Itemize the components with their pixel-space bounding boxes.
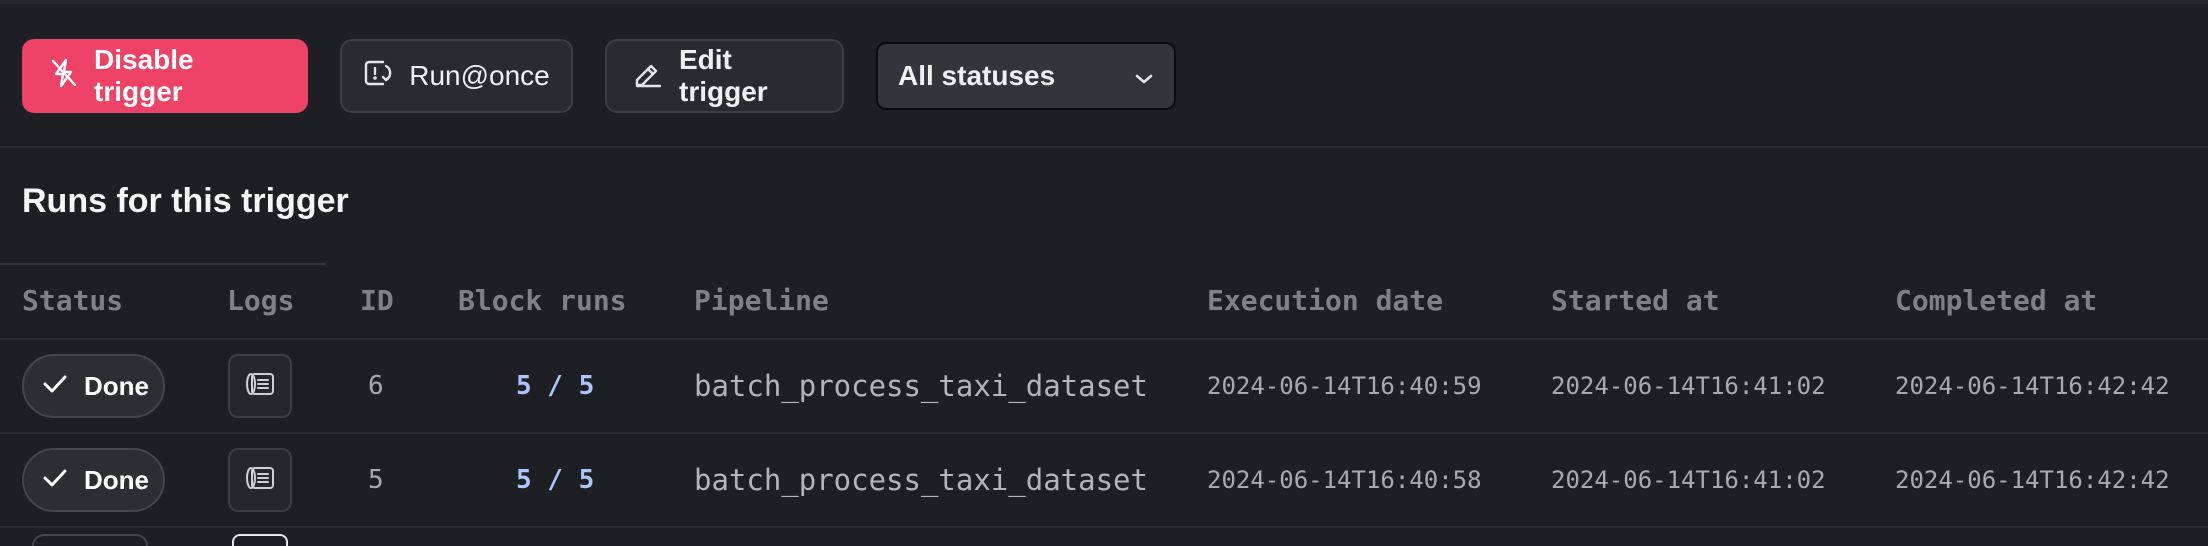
header-completed-at[interactable]: Completed at <box>1895 284 2097 317</box>
runs-table: Status Logs ID Block runs Pipeline Execu… <box>0 268 2208 546</box>
block-runs-link[interactable]: 5 / 5 <box>516 434 594 526</box>
execution-date: 2024-06-14T16:40:59 <box>1207 372 1482 400</box>
logs-icon <box>244 465 276 496</box>
section-underline <box>0 263 326 265</box>
table-row[interactable]: Done 5 5 / 5 batch_process_taxi_dataset … <box>0 434 2208 528</box>
section-title: Runs for this trigger <box>22 182 349 220</box>
logs-button[interactable] <box>228 448 292 512</box>
header-status[interactable]: Status <box>22 284 123 317</box>
pipeline-name: batch_process_taxi_dataset <box>694 463 1148 497</box>
status-filter-value: All statuses <box>898 60 1056 91</box>
status-badge[interactable]: Done <box>22 354 165 418</box>
check-icon <box>42 465 68 496</box>
block-runs-link[interactable]: 5 / 5 <box>516 340 594 432</box>
header-logs[interactable]: Logs <box>227 284 294 317</box>
logs-cell <box>228 340 292 432</box>
toolbar-divider <box>0 146 2208 148</box>
status-badge[interactable]: Done <box>22 448 165 512</box>
run-once-label: Run@once <box>409 60 550 91</box>
run-once-button[interactable]: Run@once <box>340 39 573 113</box>
header-block-runs[interactable]: Block runs <box>458 284 627 317</box>
edit-trigger-button[interactable]: Edit trigger <box>605 39 844 113</box>
completed-at: 2024-06-14T16:42:42 <box>1895 372 2170 400</box>
chevron-down-icon <box>1134 60 1154 92</box>
check-icon <box>42 371 68 402</box>
started-at: 2024-06-14T16:41:02 <box>1551 372 1826 400</box>
logs-button-partial <box>232 534 288 546</box>
logs-icon <box>244 371 276 402</box>
logs-cell <box>228 434 292 526</box>
run-once-icon <box>363 58 393 95</box>
header-execution-date[interactable]: Execution date <box>1207 284 1443 317</box>
table-row[interactable]: Done 6 5 / 5 batch_process_taxi_dataset … <box>0 340 2208 434</box>
disable-trigger-button[interactable]: Disable trigger <box>22 39 308 113</box>
trigger-toolbar: Disable trigger Run@once Edit trigger Al… <box>22 38 1176 114</box>
status-cell: Done <box>22 434 165 526</box>
edit-trigger-label: Edit trigger <box>679 44 768 107</box>
started-at: 2024-06-14T16:41:02 <box>1551 466 1826 494</box>
header-started-at[interactable]: Started at <box>1551 284 1720 317</box>
status-label: Done <box>84 464 149 495</box>
table-row-partial <box>0 528 2208 546</box>
run-id: 6 <box>368 371 384 401</box>
table-header: Status Logs ID Block runs Pipeline Execu… <box>0 268 2208 340</box>
header-id[interactable]: ID <box>360 284 394 317</box>
pipeline-name: batch_process_taxi_dataset <box>694 369 1148 403</box>
logs-button[interactable] <box>228 354 292 418</box>
top-border <box>0 0 2208 4</box>
status-cell: Done <box>22 340 165 432</box>
pencil-icon <box>633 58 663 95</box>
status-label: Done <box>84 370 149 401</box>
completed-at: 2024-06-14T16:42:42 <box>1895 466 2170 494</box>
status-filter-select[interactable]: All statuses <box>876 42 1176 110</box>
bolt-off-icon <box>50 58 78 95</box>
disable-trigger-label: Disable trigger <box>94 44 194 107</box>
run-id: 5 <box>368 465 384 495</box>
header-pipeline[interactable]: Pipeline <box>694 284 829 317</box>
status-badge-partial <box>32 534 148 546</box>
execution-date: 2024-06-14T16:40:58 <box>1207 466 1482 494</box>
